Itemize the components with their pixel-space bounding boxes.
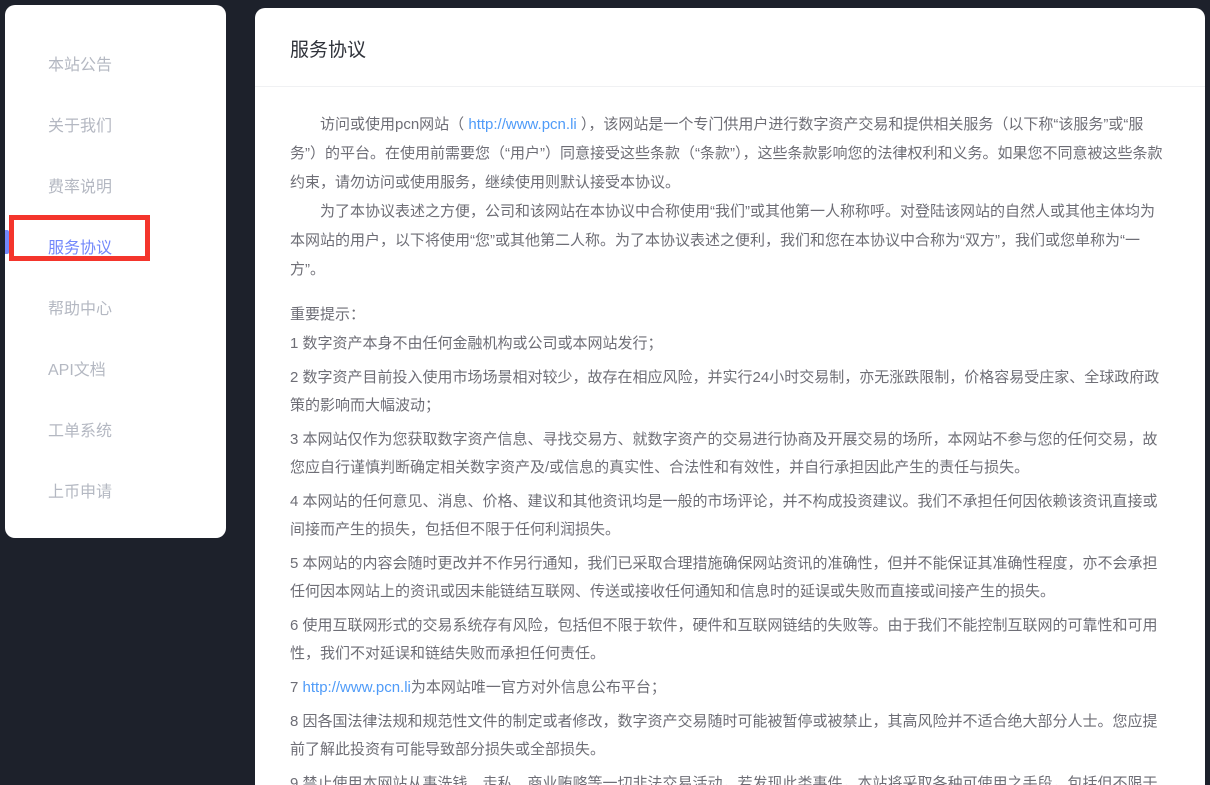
para1-text-before: 访问或使用pcn网站（	[320, 116, 468, 133]
sidebar-nav: 本站公告 关于我们 费率说明 服务协议 帮助中心 API文档 工单系统 上币申请	[5, 5, 226, 538]
item7-prefix: 7	[290, 679, 303, 696]
sidebar-item-about-us[interactable]: 关于我们	[5, 93, 226, 154]
page-title: 服务协议	[290, 35, 1170, 62]
terms-item-3: 3 本网站仅作为您获取数字资产信息、寻找交易方、就数字资产的交易进行协商及开展交…	[290, 426, 1163, 482]
terms-item-1: 1 数字资产本身不由任何金融机构或公司或本网站发行；	[290, 330, 1163, 358]
sidebar-item-fee-rates[interactable]: 费率说明	[5, 154, 226, 215]
terms-item-9: 9 禁止使用本网站从事洗钱、走私、商业贿赂等一切非法交易活动，若发现此类事件，本…	[290, 770, 1163, 785]
sidebar-item-coin-listing[interactable]: 上币申请	[5, 459, 226, 520]
terms-item-4: 4 本网站的任何意见、消息、价格、建议和其他资讯均是一般的市场评论，并不构成投资…	[290, 488, 1163, 544]
sidebar-item-announcements[interactable]: 本站公告	[5, 32, 226, 93]
terms-item-2: 2 数字资产目前投入使用市场场景相对较少，故存在相应风险，并实行24小时交易制，…	[290, 364, 1163, 420]
pcn-website-link-2[interactable]: http://www.pcn.li	[303, 679, 411, 696]
intro-paragraph-2: 为了本协议表述之方便，公司和该网站在本协议中合称使用“我们”或其他第一人称称呼。…	[290, 197, 1163, 284]
page-header: 服务协议	[255, 8, 1205, 87]
sidebar-item-api-docs[interactable]: API文档	[5, 337, 226, 398]
sidebar-item-help-center[interactable]: 帮助中心	[5, 276, 226, 337]
terms-item-8: 8 因各国法律法规和规范性文件的制定或者修改，数字资产交易随时可能被暂停或被禁止…	[290, 708, 1163, 764]
terms-item-7: 7 http://www.pcn.li为本网站唯一官方对外信息公布平台；	[290, 674, 1163, 702]
intro-paragraph-1: 访问或使用pcn网站（ http://www.pcn.li ），该网站是一个专门…	[290, 110, 1163, 197]
terms-item-6: 6 使用互联网形式的交易系统存有风险，包括但不限于软件，硬件和互联网链结的失败等…	[290, 612, 1163, 668]
main-content-card: 服务协议 访问或使用pcn网站（ http://www.pcn.li ），该网站…	[255, 8, 1205, 785]
terms-item-5: 5 本网站的内容会随时更改并不作另行通知，我们已采取合理措施确保网站资讯的准确性…	[290, 550, 1163, 606]
item7-suffix: 为本网站唯一官方对外信息公布平台；	[411, 679, 666, 696]
sidebar-item-service-agreement[interactable]: 服务协议	[5, 215, 226, 276]
sidebar-item-ticket-system[interactable]: 工单系统	[5, 398, 226, 459]
important-notice-label: 重要提示：	[290, 300, 1163, 329]
agreement-body: 访问或使用pcn网站（ http://www.pcn.li ），该网站是一个专门…	[255, 87, 1205, 785]
pcn-website-link[interactable]: http://www.pcn.li	[468, 116, 576, 133]
